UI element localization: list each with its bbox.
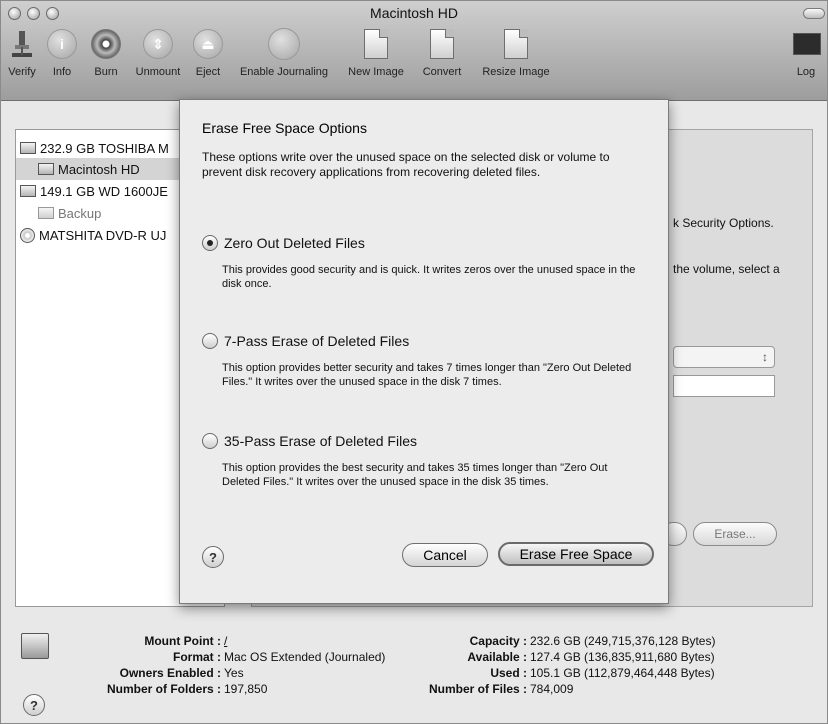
option-7-pass[interactable]: 7-Pass Erase of Deleted Files (202, 333, 409, 349)
option-label: 35-Pass Erase of Deleted Files (224, 433, 417, 449)
number-of-folders-value: 197,850 (224, 682, 268, 696)
sidebar-item-label: MATSHITA DVD-R UJ (39, 227, 167, 243)
security-options-text: k Security Options. (673, 216, 774, 230)
unmount-icon: ⇕ (142, 28, 174, 60)
sheet-title: Erase Free Space Options (202, 120, 367, 136)
info-icon: i (46, 28, 78, 60)
disk-utility-window: Macintosh HD Verify i Info Burn ⇕ Unmoun… (0, 0, 828, 724)
erase-button[interactable]: Erase... (693, 522, 777, 546)
unmount-label: Unmount (135, 66, 181, 78)
format-label: Format : (173, 650, 221, 664)
resize-image-label: Resize Image (482, 66, 550, 78)
name-field[interactable] (673, 375, 775, 397)
volume-icon (38, 163, 54, 175)
resize-image-button[interactable]: Resize Image (473, 28, 559, 78)
log-icon (791, 28, 823, 60)
convert-button[interactable]: Convert (417, 28, 467, 78)
info-help-button[interactable]: ? (23, 694, 45, 716)
mount-point-label: Mount Point : (144, 634, 221, 648)
available-label: Available : (467, 650, 527, 664)
sidebar-item-label: 149.1 GB WD 1600JE (40, 183, 168, 199)
owners-enabled-value: Yes (224, 666, 244, 680)
convert-icon (426, 28, 458, 60)
mount-point-value: / (224, 634, 228, 648)
journaling-icon (268, 28, 300, 60)
eject-button[interactable]: ⏏ Eject (190, 28, 226, 78)
eject-label: Eject (195, 66, 221, 78)
used-value: 105.1 GB (112,879,464,448 Bytes) (530, 666, 715, 680)
capacity-label: Capacity : (469, 634, 527, 648)
sheet-description: These options write over the unused spac… (202, 150, 610, 179)
erase-free-space-button[interactable]: Erase Free Space (498, 542, 654, 566)
hard-disk-icon (20, 142, 36, 154)
number-of-files-value: 784,009 (530, 682, 574, 696)
cancel-button[interactable]: Cancel (402, 543, 488, 567)
hard-disk-icon (20, 185, 36, 197)
new-image-icon (360, 28, 392, 60)
sidebar-item-label: 232.9 GB TOSHIBA M (40, 140, 169, 156)
option-label: Zero Out Deleted Files (224, 235, 365, 251)
sidebar-item-label: Macintosh HD (58, 161, 140, 177)
radio-35-pass[interactable] (202, 433, 218, 449)
resize-image-icon (500, 28, 532, 60)
unmount-button[interactable]: ⇕ Unmount (133, 28, 183, 78)
burn-icon (90, 28, 122, 60)
format-value: Mac OS Extended (Journaled) (224, 650, 386, 664)
enable-journaling-label: Enable Journaling (239, 66, 329, 78)
eject-icon: ⏏ (192, 28, 224, 60)
volume-instructions-text: the volume, select a (673, 262, 780, 276)
used-label: Used : (490, 666, 527, 680)
info-button[interactable]: i Info (45, 28, 79, 78)
option-label: 7-Pass Erase of Deleted Files (224, 333, 410, 349)
microscope-icon (6, 28, 38, 60)
help-button[interactable]: ? (202, 546, 224, 568)
toolbar: Macintosh HD Verify i Info Burn ⇕ Unmoun… (1, 1, 827, 101)
enable-journaling-button[interactable]: Enable Journaling (234, 28, 334, 78)
owners-enabled-label: Owners Enabled : (119, 666, 221, 680)
dvd-icon (20, 227, 35, 243)
window-title: Macintosh HD (370, 5, 458, 21)
number-of-files-label: Number of Files : (428, 682, 527, 696)
volume-icon (38, 207, 54, 219)
info-label: Info (52, 66, 72, 78)
convert-label: Convert (422, 66, 462, 78)
option-35-pass-description: This option provides the best security a… (222, 462, 608, 488)
option-35-pass[interactable]: 35-Pass Erase of Deleted Files (202, 433, 417, 449)
radio-7-pass[interactable] (202, 333, 218, 349)
sidebar-item-label: Backup (58, 205, 102, 221)
log-button[interactable]: Log (791, 28, 821, 78)
burn-button[interactable]: Burn (86, 28, 126, 78)
verify-label: Verify (8, 66, 36, 78)
radio-zero-out[interactable] (202, 235, 218, 251)
burn-label: Burn (94, 66, 118, 78)
new-image-button[interactable]: New Image (341, 28, 411, 78)
format-popup[interactable] (673, 346, 775, 368)
option-zero-out[interactable]: Zero Out Deleted Files (202, 235, 365, 251)
option-7-pass-description: This option provides better security and… (222, 362, 632, 388)
erase-free-space-sheet: Erase Free Space Options These options w… (179, 99, 669, 604)
new-image-label: New Image (348, 66, 404, 78)
capacity-value: 232.6 GB (249,715,376,128 Bytes) (530, 634, 716, 648)
option-zero-out-description: This provides good security and is quick… (222, 264, 636, 290)
log-label: Log (796, 66, 816, 78)
verify-button[interactable]: Verify (5, 28, 39, 78)
number-of-folders-label: Number of Folders : (106, 682, 221, 696)
available-value: 127.4 GB (136,835,911,680 Bytes) (530, 650, 715, 664)
toolbar-toggle-button[interactable] (803, 8, 825, 19)
